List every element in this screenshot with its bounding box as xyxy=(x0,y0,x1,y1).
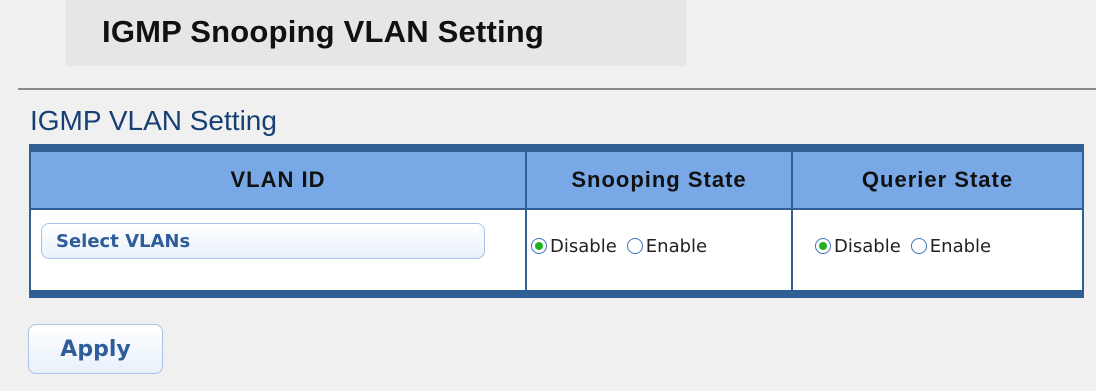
querier-enable-radio[interactable] xyxy=(910,238,927,254)
querier-disable-radio[interactable] xyxy=(815,238,831,254)
querier-disable-label: Disable xyxy=(834,235,901,257)
snooping-state-radio-group: Disable Enable xyxy=(531,231,707,261)
section-title: IGMP VLAN Setting xyxy=(30,105,277,136)
querier-enable-option[interactable]: Enable xyxy=(910,235,992,257)
column-header-querier-state: Querier State xyxy=(861,167,1014,192)
page-title: IGMP Snooping VLAN Setting xyxy=(102,14,545,49)
snooping-disable-label: Disable xyxy=(550,235,617,257)
querier-enable-label: Enable xyxy=(929,235,992,257)
snooping-disable-option[interactable]: Disable xyxy=(531,236,617,257)
querier-state-radio-group: Disable Enable xyxy=(815,231,991,261)
snooping-enable-radio[interactable] xyxy=(626,238,643,254)
igmp-vlan-table: VLAN ID Snooping State Querier State Sel… xyxy=(29,144,1084,298)
column-header-vlan-id: VLAN ID xyxy=(230,167,326,192)
table-header: VLAN ID Snooping State Querier State xyxy=(31,152,1082,210)
snooping-enable-option[interactable]: Enable xyxy=(626,235,708,257)
select-vlans-button[interactable]: Select VLANs xyxy=(41,223,485,259)
snooping-enable-label: Enable xyxy=(645,235,708,257)
column-header-snooping-state: Snooping State xyxy=(571,167,747,192)
table-row: Select VLANs Disable Enable Disable Enab… xyxy=(31,210,1082,290)
apply-button[interactable]: Apply xyxy=(28,324,163,374)
querier-disable-option[interactable]: Disable xyxy=(815,236,901,257)
title-divider xyxy=(18,88,1096,90)
snooping-disable-radio[interactable] xyxy=(531,238,547,254)
